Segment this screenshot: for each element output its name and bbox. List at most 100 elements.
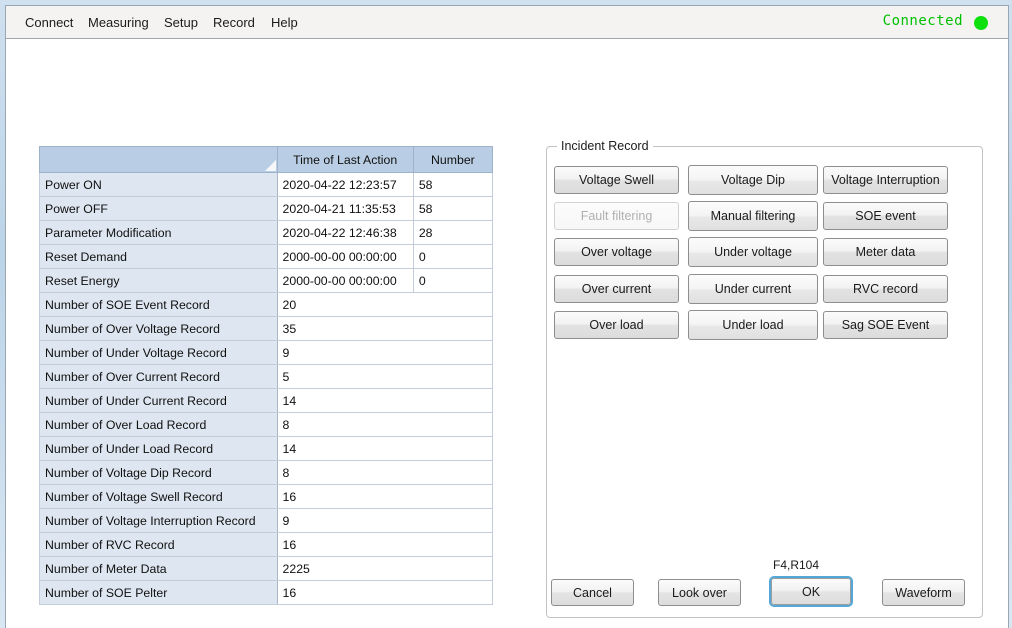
row-label: Number of SOE Pelter <box>39 580 278 605</box>
row-label: Reset Demand <box>39 244 278 269</box>
menu-item-connect[interactable]: Connect <box>19 13 79 33</box>
row-label: Parameter Modification <box>39 220 278 245</box>
incident-button-voltage-swell[interactable]: Voltage Swell <box>554 166 679 194</box>
incident-button-over-voltage[interactable]: Over voltage <box>554 238 679 266</box>
waveform-button[interactable]: Waveform <box>882 579 965 606</box>
row-value: 16 <box>276 484 494 509</box>
row-number: 0 <box>412 244 494 269</box>
table-row[interactable]: Power ON 2020-04-22 12:23:57 58 <box>39 172 494 197</box>
row-label: Number of Voltage Dip Record <box>39 460 278 485</box>
row-label: Reset Energy <box>39 268 278 293</box>
table-row[interactable]: Number of Meter Data 2225 <box>39 556 494 581</box>
row-label: Number of Over Voltage Record <box>39 316 278 341</box>
row-value: 5 <box>276 364 494 389</box>
row-label: Number of Voltage Interruption Record <box>39 508 278 533</box>
row-number: 28 <box>412 220 494 245</box>
menu-item-help[interactable]: Help <box>265 13 304 33</box>
resize-corner-icon <box>264 160 276 171</box>
window-chrome: Connect Measuring Setup Record Help Connecte… <box>0 0 1012 628</box>
row-number: 58 <box>412 196 494 221</box>
incident-record-legend: Incident Record <box>557 139 653 154</box>
table-row[interactable]: Number of Over Current Record 5 <box>39 364 494 389</box>
incident-button-soe-event[interactable]: SOE event <box>823 202 948 230</box>
incident-button-sag-soe-event[interactable]: Sag SOE Event <box>823 311 948 339</box>
row-time: 2020-04-22 12:46:38 <box>276 220 414 245</box>
row-time: 2000-00-00 00:00:00 <box>276 244 414 269</box>
row-label: Number of Under Voltage Record <box>39 340 278 365</box>
main-content: Time of Last Action Number Power ON 2020-… <box>6 39 1008 628</box>
row-label: Number of Meter Data <box>39 556 278 581</box>
connection-status-text: Connected <box>882 13 963 29</box>
row-value: 9 <box>276 508 494 533</box>
incident-button-over-load[interactable]: Over load <box>554 311 679 339</box>
row-value: 8 <box>276 460 494 485</box>
row-time: 2020-04-21 11:35:53 <box>276 196 414 221</box>
row-value: 14 <box>276 388 494 413</box>
ok-shortcut-hint: F4,R104 <box>773 558 820 572</box>
menu-item-measuring[interactable]: Measuring <box>82 13 155 33</box>
column-header-time[interactable]: Time of Last Action <box>276 146 414 173</box>
records-table: Time of Last Action Number Power ON 2020-… <box>39 146 494 605</box>
table-row[interactable]: Parameter Modification 2020-04-22 12:46:3… <box>39 220 494 245</box>
row-value: 16 <box>276 532 494 557</box>
menu-item-record[interactable]: Record <box>207 13 261 33</box>
row-label: Power OFF <box>39 196 278 221</box>
row-label: Number of RVC Record <box>39 532 278 557</box>
table-row[interactable]: Number of SOE Pelter 16 <box>39 580 494 605</box>
table-row[interactable]: Number of Over Load Record 8 <box>39 412 494 437</box>
look-over-button[interactable]: Look over <box>658 579 741 606</box>
table-row[interactable]: Number of SOE Event Record 20 <box>39 292 494 317</box>
column-header-number[interactable]: Number <box>412 146 494 173</box>
table-header-corner[interactable] <box>39 146 278 173</box>
table-row[interactable]: Reset Energy 2000-00-00 00:00:00 0 <box>39 268 494 293</box>
incident-button-fault-filtering: Fault filtering <box>554 202 679 230</box>
row-value: 16 <box>276 580 494 605</box>
row-number: 0 <box>412 268 494 293</box>
application-window: Connect Measuring Setup Record Help Connecte… <box>5 5 1009 628</box>
row-time: 2020-04-22 12:23:57 <box>276 172 414 197</box>
incident-button-under-voltage[interactable]: Under voltage <box>688 237 818 267</box>
table-row[interactable]: Number of Under Voltage Record 9 <box>39 340 494 365</box>
incident-button-under-load[interactable]: Under load <box>688 310 818 340</box>
row-label: Number of SOE Event Record <box>39 292 278 317</box>
incident-button-meter-data[interactable]: Meter data <box>823 238 948 266</box>
incident-button-under-current[interactable]: Under current <box>688 274 818 304</box>
records-table-body: Power ON 2020-04-22 12:23:57 58 Power OFF 20… <box>39 172 494 605</box>
incident-record-group: Incident Record Voltage Swell Voltage Dip… <box>546 139 983 618</box>
row-number: 58 <box>412 172 494 197</box>
records-table-header: Time of Last Action Number <box>39 146 494 173</box>
incident-button-manual-filtering[interactable]: Manual filtering <box>688 201 818 231</box>
table-row[interactable]: Number of RVC Record 16 <box>39 532 494 557</box>
table-row[interactable]: Number of Voltage Interruption Record 9 <box>39 508 494 533</box>
incident-button-voltage-dip[interactable]: Voltage Dip <box>688 165 818 195</box>
menu-item-setup[interactable]: Setup <box>158 13 204 33</box>
row-label: Power ON <box>39 172 278 197</box>
ok-button[interactable]: OK <box>771 578 851 605</box>
row-value: 2225 <box>276 556 494 581</box>
row-label: Number of Over Load Record <box>39 412 278 437</box>
row-value: 9 <box>276 340 494 365</box>
row-value: 20 <box>276 292 494 317</box>
table-row[interactable]: Number of Voltage Swell Record 16 <box>39 484 494 509</box>
table-row[interactable]: Number of Voltage Dip Record 8 <box>39 460 494 485</box>
table-row[interactable]: Number of Under Current Record 14 <box>39 388 494 413</box>
row-value: 8 <box>276 412 494 437</box>
table-row[interactable]: Power OFF 2020-04-21 11:35:53 58 <box>39 196 494 221</box>
incident-button-over-current[interactable]: Over current <box>554 275 679 303</box>
table-header-row: Time of Last Action Number <box>39 146 494 173</box>
row-label: Number of Voltage Swell Record <box>39 484 278 509</box>
row-value: 35 <box>276 316 494 341</box>
incident-button-voltage-interruption[interactable]: Voltage Interruption <box>823 166 948 194</box>
table-row[interactable]: Number of Under Load Record 14 <box>39 436 494 461</box>
row-value: 14 <box>276 436 494 461</box>
incident-button-rvc-record[interactable]: RVC record <box>823 275 948 303</box>
cancel-button[interactable]: Cancel <box>551 579 634 606</box>
row-label: Number of Under Current Record <box>39 388 278 413</box>
row-time: 2000-00-00 00:00:00 <box>276 268 414 293</box>
row-label: Number of Over Current Record <box>39 364 278 389</box>
row-label: Number of Under Load Record <box>39 436 278 461</box>
table-row[interactable]: Reset Demand 2000-00-00 00:00:00 0 <box>39 244 494 269</box>
table-row[interactable]: Number of Over Voltage Record 35 <box>39 316 494 341</box>
menu-bar: Connect Measuring Setup Record Help Connecte… <box>6 6 1008 39</box>
connection-led <box>974 16 988 30</box>
